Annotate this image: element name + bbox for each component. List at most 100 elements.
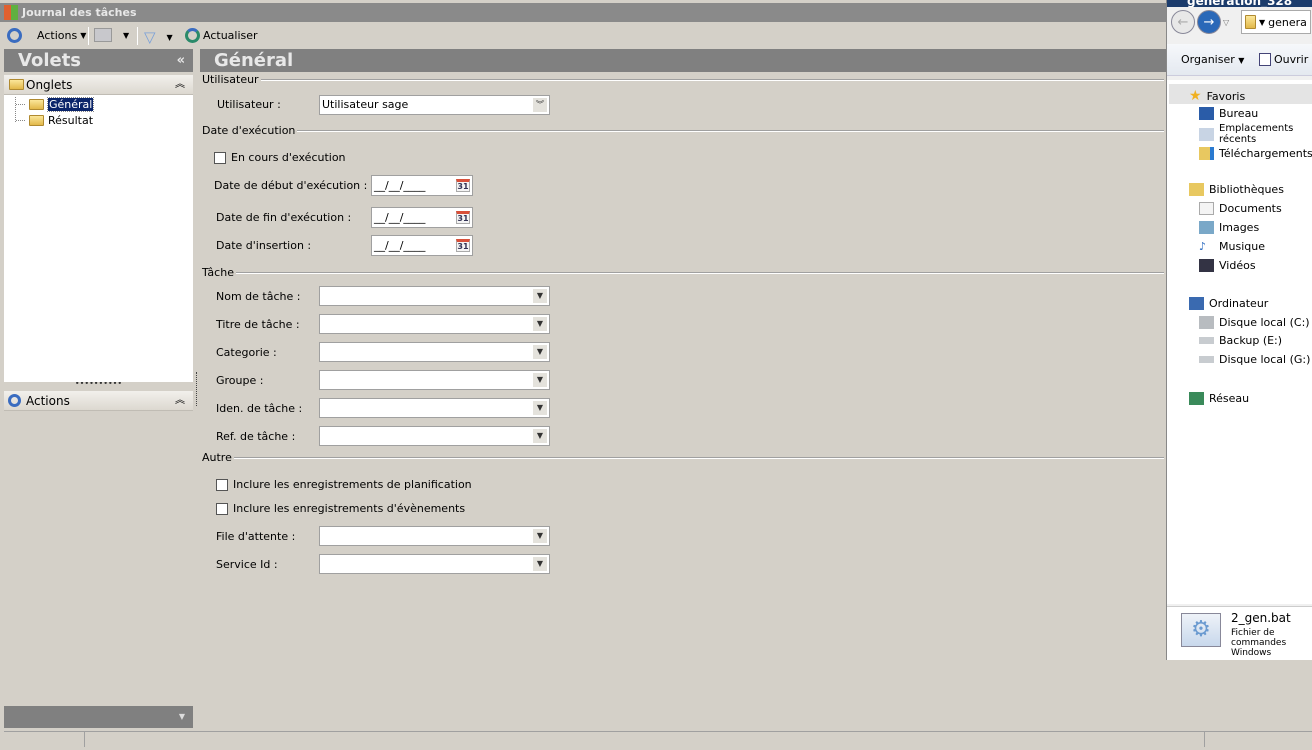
app-logo-icon: [4, 5, 18, 20]
tree-item-result[interactable]: Résultat: [16, 114, 93, 127]
nav-images[interactable]: Images: [1199, 221, 1259, 234]
calendar-icon[interactable]: 31: [456, 179, 470, 192]
section-title: Utilisateur: [202, 73, 259, 86]
tabs-tree: Général Résultat: [4, 95, 193, 382]
checkbox-box[interactable]: [216, 478, 228, 491]
chevron-down-icon: ▼: [80, 31, 87, 40]
nav-network[interactable]: Réseau: [1189, 392, 1249, 405]
nav-drive-g[interactable]: Disque local (G:): [1199, 354, 1310, 365]
checkbox-box[interactable]: [214, 151, 226, 164]
toolbar-separator: [137, 27, 138, 45]
section-title: Autre: [202, 451, 232, 464]
nav-recent[interactable]: Emplacements récents: [1199, 123, 1311, 145]
chevron-down-icon[interactable]: ▼: [533, 429, 547, 443]
chevron-down-icon[interactable]: ▼: [533, 289, 547, 303]
pane-footer-bar[interactable]: ▼: [4, 706, 193, 728]
panes-title: Volets: [18, 50, 82, 71]
actions-group-header[interactable]: Actions ︽: [4, 391, 193, 411]
open-button[interactable]: Ouvrir: [1259, 53, 1308, 66]
insert-date-label: Date d'insertion :: [216, 239, 312, 252]
drive-icon: [1199, 356, 1214, 363]
address-bar[interactable]: ▼ genera: [1241, 10, 1311, 34]
tree-item-general[interactable]: Général: [16, 97, 95, 112]
insert-date-input[interactable]: __/__/____ 31: [371, 235, 473, 256]
task-title-select[interactable]: ▼: [319, 314, 550, 334]
queue-select[interactable]: ▼: [319, 526, 550, 546]
file-type: Fichier de commandes Windows: [1231, 628, 1287, 658]
date-value: __/__/____: [374, 211, 426, 224]
nav-computer[interactable]: Ordinateur: [1189, 297, 1268, 310]
collapse-icon[interactable]: ︽: [175, 391, 185, 411]
open-folder-icon: [29, 99, 44, 110]
pane-splitter[interactable]: ••••••••••: [4, 380, 193, 391]
chevron-down-icon[interactable]: ▼: [533, 529, 547, 543]
back-button[interactable]: ←: [1171, 10, 1195, 34]
nav-videos[interactable]: Vidéos: [1199, 259, 1256, 272]
organise-button[interactable]: Organiser ▼: [1181, 53, 1244, 66]
explorer-title: generation_328: [1167, 0, 1312, 7]
user-select[interactable]: Utilisateur sage ︾: [319, 95, 550, 115]
chevron-down-icon[interactable]: ▼: [533, 345, 547, 359]
calendar-icon[interactable]: 31: [456, 211, 470, 224]
section-title: Tâche: [202, 266, 234, 279]
checkbox-label: Inclure les enregistrements de planifica…: [233, 478, 472, 491]
filter-button[interactable]: ▽ ▼: [144, 28, 173, 46]
chevron-down-icon[interactable]: ▼: [1259, 18, 1265, 27]
actions-group-label: Actions: [26, 394, 70, 408]
tree-line: [16, 104, 25, 105]
filter-icon: ▽: [144, 28, 156, 46]
actions-icon: [8, 394, 21, 407]
details-pane: ⚙ 2_gen.bat Fichier de commandes Windows: [1167, 606, 1312, 660]
status-bar: [4, 731, 1312, 747]
group-label: Groupe :: [216, 374, 264, 387]
refresh-label: Actualiser: [203, 29, 258, 42]
end-date-input[interactable]: __/__/____ 31: [371, 207, 473, 228]
music-icon: ♪: [1199, 240, 1207, 253]
nav-music[interactable]: ♪ Musique: [1199, 240, 1265, 253]
nav-label: Vidéos: [1219, 259, 1256, 272]
forward-button[interactable]: →: [1197, 10, 1221, 34]
nav-label: Bureau: [1219, 107, 1259, 120]
chevron-down-icon[interactable]: ▼: [533, 401, 547, 415]
group-select[interactable]: ▼: [319, 370, 550, 390]
tabs-group-header[interactable]: Onglets ︽: [4, 75, 193, 95]
explorer-command-bar: Organiser ▼ Ouvrir: [1167, 44, 1312, 76]
chevron-down-icon[interactable]: ▼: [533, 317, 547, 331]
task-name-select[interactable]: ▼: [319, 286, 550, 306]
chevron-down-icon: ▼: [123, 30, 130, 40]
task-id-select[interactable]: ▼: [319, 398, 550, 418]
collapse-panes-button[interactable]: «: [177, 49, 185, 72]
nav-libraries[interactable]: Bibliothèques: [1189, 183, 1284, 196]
explorer-nav: ← → ▽: [1171, 10, 1229, 34]
sidebar-splitter[interactable]: [196, 372, 197, 406]
include-planning-checkbox[interactable]: Inclure les enregistrements de planifica…: [216, 478, 472, 491]
category-select[interactable]: ▼: [319, 342, 550, 362]
checkbox-box[interactable]: [216, 502, 228, 515]
task-ref-select[interactable]: ▼: [319, 426, 550, 446]
chevron-down-icon[interactable]: ▼: [533, 557, 547, 571]
panes-sidebar: Volets « Onglets ︽ Général Résultat ••••…: [4, 49, 193, 729]
section-title: Date d'exécution: [202, 124, 296, 137]
nav-favorites[interactable]: ★ Favoris: [1189, 88, 1245, 104]
toolbar: Actions ▼ ▼ ▽ ▼ Actualiser: [0, 24, 1166, 47]
nav-desktop[interactable]: Bureau: [1199, 107, 1258, 120]
printer-icon: [94, 28, 112, 42]
checkbox-label: En cours d'exécution: [231, 151, 346, 164]
checkbox-label: Inclure les enregistrements d'évènements: [233, 502, 466, 515]
running-checkbox[interactable]: En cours d'exécution: [214, 151, 346, 164]
refresh-button[interactable]: Actualiser: [185, 28, 258, 43]
include-events-checkbox[interactable]: Inclure les enregistrements d'évènements: [216, 502, 465, 515]
history-dropdown-icon[interactable]: ▽: [1223, 18, 1229, 27]
nav-drive-e[interactable]: Backup (E:): [1199, 335, 1282, 346]
actions-menu-button[interactable]: Actions ▼: [7, 28, 86, 43]
nav-downloads[interactable]: Téléchargements: [1199, 147, 1312, 160]
service-id-select[interactable]: ▼: [319, 554, 550, 574]
actions-menu-label: Actions: [37, 29, 78, 42]
collapse-icon[interactable]: ︽: [175, 75, 185, 95]
nav-drive-c[interactable]: Disque local (C:): [1199, 316, 1310, 329]
nav-documents[interactable]: Documents: [1199, 202, 1282, 215]
start-date-input[interactable]: __/__/____ 31: [371, 175, 473, 196]
chevron-down-icon[interactable]: ▼: [533, 373, 547, 387]
calendar-icon[interactable]: 31: [456, 239, 470, 252]
print-button[interactable]: ▼: [94, 28, 129, 42]
